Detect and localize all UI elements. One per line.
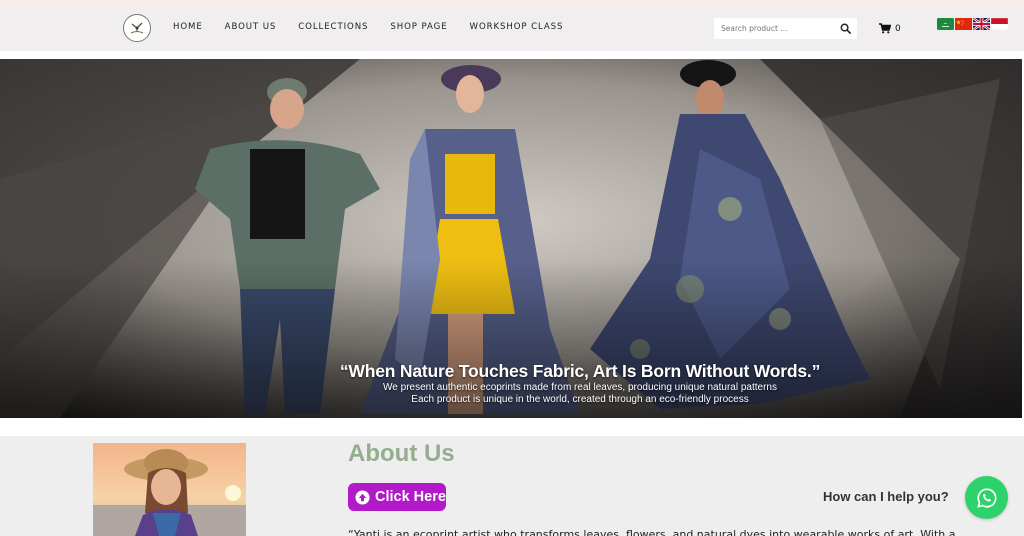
- about-section: About Us Click Here How can I help you? …: [0, 436, 1024, 536]
- whatsapp-button[interactable]: [965, 476, 1008, 519]
- cart-button[interactable]: 0: [879, 23, 901, 34]
- nav-collections[interactable]: COLLECTIONS: [298, 22, 368, 32]
- hero-subtext-line-2: Each product is unique in the world, cre…: [411, 394, 749, 405]
- nav-about-us[interactable]: ABOUT US: [225, 22, 277, 32]
- whatsapp-icon: [976, 487, 996, 508]
- hero-banner: “When Nature Touches Fabric, Art Is Born…: [0, 59, 1022, 418]
- main-nav: HOME ABOUT US COLLECTIONS SHOP PAGE WORK…: [173, 22, 585, 32]
- hero-caption: “When Nature Touches Fabric, Art Is Born…: [0, 361, 1022, 406]
- chinese-flag-icon[interactable]: [955, 18, 972, 30]
- about-title: About Us: [348, 440, 455, 467]
- nav-home[interactable]: HOME: [173, 22, 203, 32]
- arabic-flag-icon[interactable]: ~: [937, 18, 954, 30]
- hero-headline: “When Nature Touches Fabric, Art Is Born…: [339, 361, 821, 381]
- arrow-up-circle-icon: [355, 489, 370, 505]
- navbar: HOME ABOUT US COLLECTIONS SHOP PAGE WORK…: [0, 5, 1024, 51]
- nav-workshop-class[interactable]: WORKSHOP CLASS: [470, 22, 564, 32]
- about-photo: [93, 443, 246, 536]
- click-here-label: Click Here: [375, 489, 446, 505]
- language-flags: ~: [937, 18, 1008, 30]
- hero-subtext-line-1: We present authentic ecoprints made from…: [383, 382, 777, 393]
- nav-shop-page[interactable]: SHOP PAGE: [390, 22, 447, 32]
- indonesia-flag-icon[interactable]: [991, 18, 1008, 30]
- search-icon[interactable]: [840, 23, 851, 34]
- uk-flag-icon[interactable]: [973, 18, 990, 30]
- search-input[interactable]: [714, 24, 832, 33]
- search-box: [714, 18, 857, 39]
- click-here-button[interactable]: Click Here: [348, 483, 446, 511]
- brand-logo-icon[interactable]: [123, 14, 151, 42]
- help-prompt: How can I help you?: [823, 489, 949, 504]
- cart-count: 0: [895, 23, 901, 34]
- about-description: “Yanti is an ecoprint artist who transfo…: [348, 528, 956, 536]
- cart-icon: [879, 23, 891, 34]
